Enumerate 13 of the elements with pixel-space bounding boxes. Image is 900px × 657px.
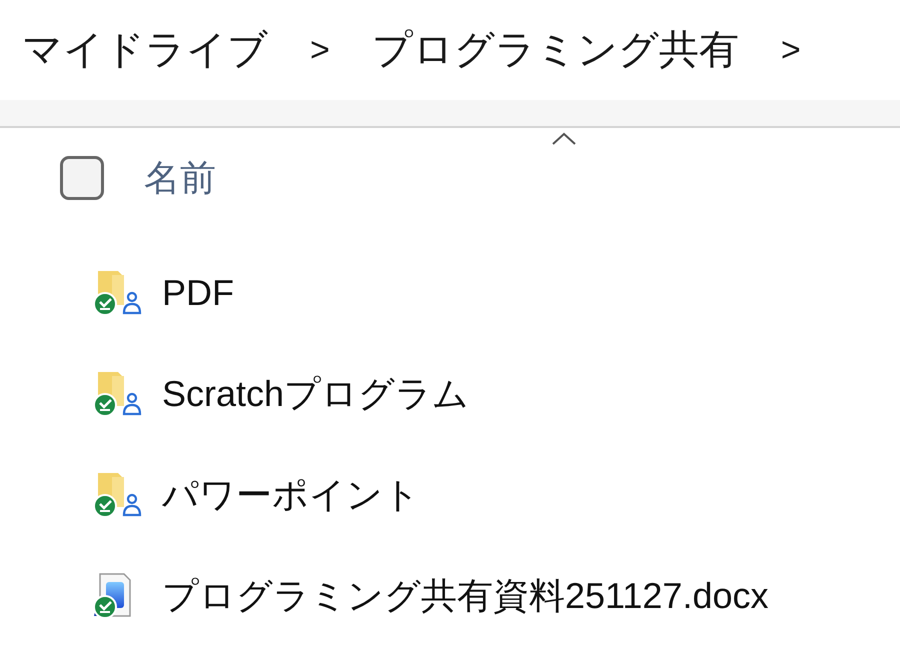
breadcrumb-separator: > [309,30,331,70]
breadcrumb-separator: > [780,30,802,70]
shared-folder-icon [92,268,142,316]
shared-folder-icon [92,370,142,418]
breadcrumb-item[interactable]: マイドライブ [22,20,268,80]
breadcrumb-item[interactable]: プログラミング共有 [372,20,739,80]
select-all-checkbox[interactable] [60,156,104,200]
shared-folder-icon [92,470,142,518]
name-column-header[interactable]: 名前 [144,151,216,205]
file-name[interactable]: パワーポイント [162,468,420,522]
file-name[interactable]: プログラミング共有資料251127.docx [162,568,769,622]
file-name[interactable]: Scratchプログラム [162,366,470,420]
file-name[interactable]: PDF [162,266,234,320]
